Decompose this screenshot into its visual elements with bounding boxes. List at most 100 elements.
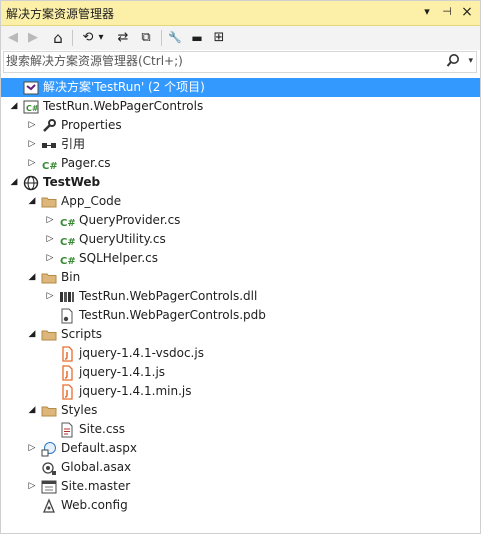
expand-arrow-icon[interactable]: ▷ <box>27 154 37 173</box>
expand-arrow-icon[interactable]: ▷ <box>45 230 55 249</box>
history-dropdown-icon[interactable]: ▾ <box>96 29 106 47</box>
collapse-arrow-icon[interactable]: ◢ <box>27 401 37 420</box>
folder-icon <box>41 197 57 208</box>
search-box: ▾ <box>3 51 477 73</box>
tree-item[interactable]: ▷ C# SQLHelper.cs <box>1 249 480 268</box>
collapse-all-icon[interactable]: ⧉ <box>138 29 154 47</box>
tree-item-label: Global.asax <box>61 460 132 474</box>
history-icon[interactable]: ⟲ <box>80 29 96 47</box>
toolbar-separator <box>72 30 73 46</box>
expand-arrow-icon[interactable]: ▷ <box>45 211 55 230</box>
tree-item[interactable]: ◢ App_Code <box>1 192 480 211</box>
tree-item-label: jquery-1.4.1-vsdoc.js <box>79 346 204 360</box>
tree-item-label: Bin <box>61 270 81 284</box>
tree-item-label: Site.css <box>79 422 125 436</box>
javascript-icon <box>62 384 73 400</box>
tree-item[interactable]: 解决方案'TestRun' (2 个项目) <box>1 78 480 97</box>
tree-item[interactable]: Site.css <box>1 420 480 439</box>
tree-item[interactable]: ▷ Site.master <box>1 477 480 496</box>
folder-icon <box>41 330 57 341</box>
javascript-icon <box>62 365 73 381</box>
folder-icon <box>41 273 57 284</box>
tree-item[interactable]: ◢ C# TestRun.WebPagerControls <box>1 97 480 116</box>
svg-text:C#: C# <box>60 237 75 248</box>
csharp-file-icon: C# <box>60 256 75 267</box>
close-icon[interactable]: × <box>459 4 475 20</box>
wrench-icon <box>43 119 56 132</box>
search-input[interactable] <box>6 53 436 69</box>
tree-item[interactable]: ▷ Default.aspx <box>1 439 480 458</box>
tree-item[interactable]: ◢ Styles <box>1 401 480 420</box>
toolbar: ◀ ▶ ⌂ ⟲ ▾ ⇄ ⧉ 🔧 ▬ ⊞ <box>1 26 480 50</box>
stylesheet-icon <box>61 422 73 438</box>
svg-text:C#: C# <box>60 218 75 229</box>
tree-item-label: 解决方案'TestRun' (2 个项目) <box>43 80 205 94</box>
window-position-dropdown-icon[interactable]: ▾ <box>419 4 435 20</box>
tree-item[interactable]: ▷ C# QueryProvider.cs <box>1 211 480 230</box>
tree-item-label: QueryUtility.cs <box>79 232 166 246</box>
tree-item[interactable]: Web.config <box>1 496 480 515</box>
tree-item[interactable]: TestRun.WebPagerControls.pdb <box>1 306 480 325</box>
tree-item[interactable]: jquery-1.4.1.min.js <box>1 382 480 401</box>
search-options-dropdown-icon[interactable]: ▾ <box>468 53 473 69</box>
collapse-arrow-icon[interactable]: ◢ <box>9 97 19 116</box>
asax-icon <box>42 462 56 475</box>
expand-arrow-icon[interactable]: ▷ <box>45 249 55 268</box>
tree-item[interactable]: jquery-1.4.1.js <box>1 363 480 382</box>
tree-item[interactable]: ◢ Bin <box>1 268 480 287</box>
tree-item-label: TestRun.WebPagerControls.pdb <box>79 308 266 322</box>
tree-item[interactable]: ▷ 引用 <box>1 135 480 154</box>
collapse-arrow-icon[interactable]: ◢ <box>27 268 37 287</box>
tree-item[interactable]: ◢ TestWeb <box>1 173 480 192</box>
view-class-diagram-icon[interactable]: ⊞ <box>211 29 227 47</box>
window-title: 解决方案资源管理器 <box>6 7 115 21</box>
tree-item-label: TestRun.WebPagerControls.dll <box>79 289 258 303</box>
home-icon[interactable]: ⌂ <box>49 29 67 47</box>
tree-item[interactable]: ▷ Properties <box>1 116 480 135</box>
tree-item-label: TestRun.WebPagerControls <box>43 99 204 113</box>
config-icon <box>43 498 55 513</box>
collapse-arrow-icon[interactable]: ◢ <box>27 192 37 211</box>
tree-item-label: jquery-1.4.1.js <box>79 365 166 379</box>
tree-item-label: Scripts <box>61 327 103 341</box>
tree-item[interactable]: Global.asax <box>1 458 480 477</box>
pin-icon[interactable]: ⊣ <box>439 4 455 20</box>
collapse-arrow-icon[interactable]: ◢ <box>9 173 19 192</box>
tree-item-label: jquery-1.4.1.min.js <box>79 384 192 398</box>
expand-arrow-icon[interactable]: ▷ <box>27 135 37 154</box>
tree-item[interactable]: jquery-1.4.1-vsdoc.js <box>1 344 480 363</box>
tree-item[interactable]: ◢ Scripts <box>1 325 480 344</box>
tree-item[interactable]: ▷ C# Pager.cs <box>1 154 480 173</box>
back-icon[interactable]: ◀ <box>5 29 21 47</box>
tree-item-label: 引用 <box>61 137 86 151</box>
expand-arrow-icon[interactable]: ▷ <box>27 439 37 458</box>
expand-arrow-icon[interactable]: ▷ <box>45 287 55 306</box>
svg-text:C#: C# <box>60 256 75 267</box>
svg-text:C#: C# <box>26 104 39 113</box>
tree-item[interactable]: ▷ TestRun.WebPagerControls.dll <box>1 287 480 306</box>
search-icon[interactable] <box>446 53 460 69</box>
csharp-file-icon: C# <box>42 161 57 172</box>
tree-item-label: Styles <box>61 403 98 417</box>
properties-icon[interactable]: 🔧 <box>167 29 183 47</box>
aspx-page-icon <box>41 442 56 457</box>
sync-icon[interactable]: ⇄ <box>115 29 131 47</box>
tree-item-label: Properties <box>61 118 122 132</box>
dll-icon <box>60 292 74 302</box>
solution-icon <box>23 81 39 95</box>
forward-icon[interactable]: ▶ <box>25 29 41 47</box>
svg-text:C#: C# <box>42 161 57 172</box>
tree-item-label: QueryProvider.cs <box>79 213 181 227</box>
expand-arrow-icon[interactable]: ▷ <box>27 477 37 496</box>
tree-item[interactable]: ▷ C# QueryUtility.cs <box>1 230 480 249</box>
master-page-icon <box>41 480 57 494</box>
tree-item-label: Web.config <box>61 498 128 512</box>
show-all-files-icon[interactable]: ▬ <box>188 29 206 47</box>
tree-item-label: TestWeb <box>43 175 101 189</box>
expand-arrow-icon[interactable]: ▷ <box>27 116 37 135</box>
csharp-file-icon: C# <box>60 218 75 229</box>
javascript-icon <box>62 346 73 362</box>
collapse-arrow-icon[interactable]: ◢ <box>27 325 37 344</box>
tree-item-label: Default.aspx <box>61 441 137 455</box>
tree-item-label: Site.master <box>61 479 131 493</box>
